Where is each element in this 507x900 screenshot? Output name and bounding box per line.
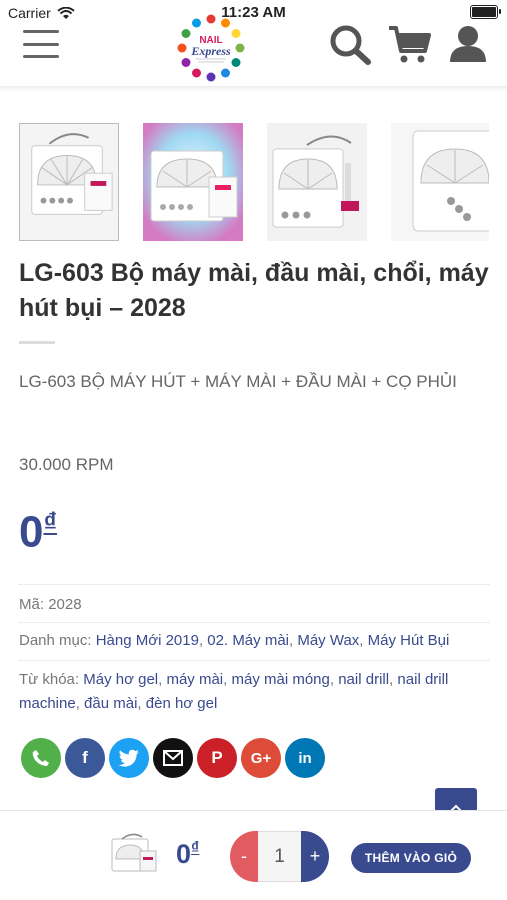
category-link[interactable]: Máy Hút Bụi: [368, 632, 450, 649]
cart-icon[interactable]: [387, 24, 433, 66]
price-value: 0: [19, 507, 44, 557]
category-link[interactable]: Hàng Mới 2019: [96, 632, 199, 649]
bar-product-thumb: [111, 833, 157, 872]
tag-link[interactable]: nail drill: [338, 671, 389, 688]
quantity-minus-button[interactable]: -: [230, 831, 258, 882]
logo[interactable]: NAIL Express: [172, 12, 250, 82]
tag-link[interactable]: Máy hơ gel: [83, 671, 158, 688]
tag-link[interactable]: máy mài móng: [232, 671, 330, 688]
user-icon[interactable]: [448, 24, 488, 66]
pinterest-icon[interactable]: P: [197, 738, 237, 778]
phone-icon[interactable]: [21, 738, 61, 778]
currency-symbol: ₫: [43, 507, 58, 537]
product-price: 0₫: [19, 507, 57, 558]
share-buttons: f P G+ in: [21, 738, 325, 778]
product-title: LG-603 Bộ máy mài, đầu mài, chổi, máy hú…: [19, 259, 489, 322]
quantity-plus-button[interactable]: +: [301, 831, 329, 882]
quantity-input[interactable]: 1: [258, 831, 301, 882]
category-link[interactable]: Máy Wax: [297, 632, 359, 649]
gallery-thumb[interactable]: [391, 123, 489, 241]
product-image: [391, 123, 489, 241]
gallery-thumb[interactable]: [267, 123, 367, 241]
category-label: Danh mục:: [19, 632, 92, 649]
sku-label: Mã:: [19, 596, 45, 613]
tag-label: Từ khóa:: [19, 671, 80, 688]
googleplus-icon[interactable]: G+: [241, 738, 281, 778]
svg-text:Express: Express: [190, 44, 231, 58]
category-link[interactable]: 02. Máy mài: [207, 632, 289, 649]
facebook-icon[interactable]: f: [65, 738, 105, 778]
gallery-thumb[interactable]: [19, 123, 119, 241]
product-description: LG-603 BỘ MÁY HÚT + MÁY MÀI + ĐẦU MÀI + …: [19, 372, 457, 391]
tag-link[interactable]: đầu mài: [84, 695, 137, 712]
tag-link[interactable]: máy mài: [166, 671, 223, 688]
product-image: [20, 124, 118, 240]
header-shadow: [0, 86, 507, 92]
search-icon[interactable]: [328, 24, 374, 66]
sticky-add-to-cart-bar: 0₫ - 1 + THÊM VÀO GIỎ: [0, 810, 507, 900]
email-icon[interactable]: [153, 738, 193, 778]
quantity-stepper: - 1 +: [230, 831, 329, 882]
product-image: [267, 123, 367, 241]
bar-currency: ₫: [191, 839, 200, 857]
bar-price: 0₫: [176, 839, 199, 870]
tag-link[interactable]: đèn hơ gel: [146, 695, 218, 712]
add-to-cart-button[interactable]: THÊM VÀO GIỎ: [351, 843, 471, 873]
bar-price-value: 0: [176, 839, 192, 869]
category-row: Danh mục: Hàng Mới 2019, 02. Máy mài, Má…: [19, 622, 489, 660]
hamburger-icon[interactable]: [23, 30, 59, 58]
linkedin-icon[interactable]: in: [285, 738, 325, 778]
sku-value: 2028: [48, 596, 82, 613]
title-divider: [19, 341, 55, 344]
site-header: NAIL Express: [0, 0, 507, 86]
product-rpm: 30.000 RPM: [19, 455, 114, 474]
twitter-icon[interactable]: [109, 738, 149, 778]
sku-row: Mã: 2028: [19, 584, 489, 622]
gallery-thumb[interactable]: [143, 123, 243, 241]
product-gallery: [19, 123, 489, 241]
tags-row: Từ khóa: Máy hơ gel, máy mài, máy mài mó…: [19, 660, 489, 716]
product-image: [143, 123, 243, 241]
